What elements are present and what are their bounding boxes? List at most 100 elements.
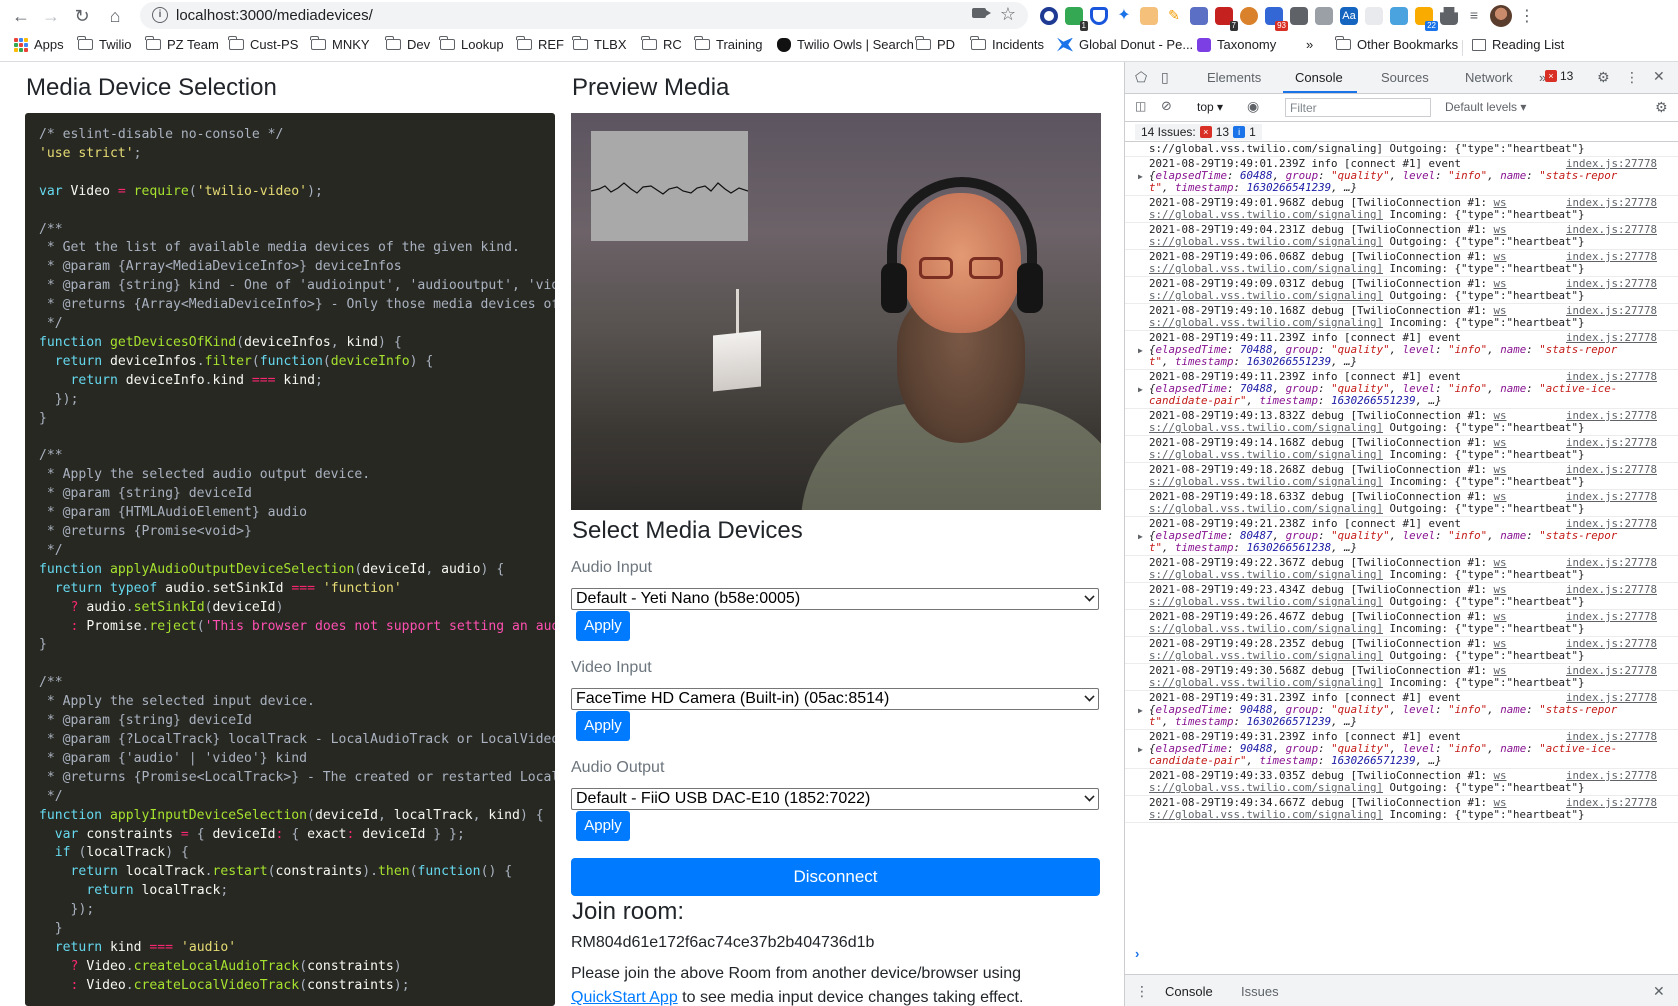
camera-in-use-icon[interactable]: [972, 8, 991, 18]
bookmark-ref[interactable]: REF: [516, 36, 564, 52]
expand-triangle-icon[interactable]: ▶: [1138, 345, 1143, 357]
sidebar-toggle-icon[interactable]: ◫: [1135, 99, 1146, 113]
expand-triangle-icon[interactable]: ▶: [1138, 531, 1143, 543]
reading-mode-icon[interactable]: ≡: [1465, 7, 1483, 25]
tab-elements[interactable]: Elements: [1207, 70, 1261, 85]
log-source-link[interactable]: index.js:27778: [1561, 410, 1657, 422]
log-source-link[interactable]: index.js:27778: [1561, 305, 1657, 317]
address-bar[interactable]: i localhost:3000/mediadevices/ ☆: [140, 2, 1028, 29]
bookmarks-overflow-icon[interactable]: »: [1306, 37, 1313, 52]
tab-sources[interactable]: Sources: [1381, 70, 1429, 85]
extension-cookie-icon[interactable]: [1240, 7, 1258, 25]
log-source-link[interactable]: index.js:27778: [1561, 770, 1657, 782]
clear-console-icon[interactable]: ⊘: [1161, 98, 1172, 114]
log-source-link[interactable]: index.js:27778: [1561, 437, 1657, 449]
context-selector[interactable]: top ▾: [1197, 100, 1223, 114]
video-input-select[interactable]: FaceTime HD Camera (Built-in) (05ac:8514…: [571, 688, 1099, 710]
extension-circle-icon[interactable]: [1040, 7, 1058, 25]
log-source-link[interactable]: index.js:27778: [1561, 491, 1657, 503]
bookmark-lookup[interactable]: Lookup: [439, 36, 504, 52]
tab-network[interactable]: Network: [1465, 70, 1513, 85]
bookmark-cust-ps[interactable]: Cust-PS: [228, 36, 298, 52]
extension-calendar-icon[interactable]: [1190, 7, 1208, 25]
log-source-link[interactable]: index.js:27778: [1561, 278, 1657, 290]
expand-triangle-icon[interactable]: ▶: [1138, 744, 1143, 756]
extension-mail-icon[interactable]: 93: [1265, 7, 1288, 31]
log-source-link[interactable]: index.js:27778: [1561, 557, 1657, 569]
bookmark-mnky[interactable]: MNKY: [310, 36, 370, 52]
apply-audio-output-button[interactable]: Apply: [576, 811, 630, 841]
log-source-link[interactable]: index.js:27778: [1561, 665, 1657, 677]
settings-gear-icon[interactable]: ⚙: [1597, 69, 1610, 86]
log-source-link[interactable]: index.js:27778: [1561, 464, 1657, 476]
inspect-element-icon[interactable]: ⬠: [1135, 69, 1147, 86]
extension-pen-icon[interactable]: ✎: [1165, 7, 1183, 25]
apply-video-input-button[interactable]: Apply: [576, 711, 630, 741]
extensions-puzzle-icon[interactable]: [1440, 7, 1458, 25]
log-source-link[interactable]: index.js:27778: [1561, 584, 1657, 596]
extension-clip-icon[interactable]: [1365, 7, 1383, 25]
back-arrow-icon[interactable]: ←: [9, 4, 33, 28]
bookmark-star-icon[interactable]: ☆: [1000, 4, 1016, 25]
expand-triangle-icon[interactable]: ▶: [1138, 384, 1143, 396]
other-bookmarks[interactable]: Other Bookmarks: [1335, 36, 1458, 52]
extension-shield-icon[interactable]: [1090, 7, 1108, 25]
bookmark-pd[interactable]: PD: [915, 36, 955, 52]
audio-output-select[interactable]: Default - FiiO USB DAC-E10 (1852:7022): [571, 788, 1099, 810]
devtools-menu-icon[interactable]: ⋮: [1625, 69, 1639, 86]
close-devtools-icon[interactable]: ✕: [1653, 68, 1665, 85]
log-source-link[interactable]: index.js:27778: [1561, 797, 1657, 809]
forward-arrow-icon[interactable]: →: [39, 4, 63, 28]
console-filter-input[interactable]: Filter: [1285, 98, 1431, 117]
extension-rss-icon[interactable]: 22: [1415, 7, 1438, 31]
browser-menu-icon[interactable]: ⋮: [1519, 6, 1535, 26]
log-source-link[interactable]: index.js:27778: [1561, 224, 1657, 236]
expand-triangle-icon[interactable]: ▶: [1138, 705, 1143, 717]
expand-triangle-icon[interactable]: ▶: [1138, 171, 1143, 183]
log-levels-dropdown[interactable]: Default levels ▾: [1445, 100, 1526, 114]
extension-folder-icon[interactable]: [1140, 7, 1158, 25]
console-prompt-icon[interactable]: ›: [1135, 946, 1139, 961]
log-source-link[interactable]: index.js:27778: [1561, 731, 1657, 743]
drawer-menu-icon[interactable]: ⋮: [1135, 983, 1149, 1000]
close-drawer-icon[interactable]: ✕: [1653, 983, 1665, 1000]
bookmark-apps[interactable]: Apps: [14, 37, 64, 52]
log-source-link[interactable]: index.js:27778: [1561, 332, 1657, 344]
drawer-tab-console[interactable]: Console: [1165, 984, 1213, 999]
profile-avatar[interactable]: [1490, 5, 1512, 27]
bookmark-global-donut-pe[interactable]: Global Donut - Pe...: [1057, 37, 1193, 52]
disconnect-button[interactable]: Disconnect: [571, 858, 1100, 896]
quickstart-link[interactable]: QuickStart App: [571, 989, 678, 1006]
extension-green-icon[interactable]: 1: [1065, 7, 1088, 31]
issues-summary[interactable]: 14 Issues: × 13 i 1: [1135, 124, 1262, 140]
log-source-link[interactable]: index.js:27778: [1561, 692, 1657, 704]
bookmark-tlbx[interactable]: TLBX: [572, 36, 627, 52]
console-settings-icon[interactable]: ⚙: [1655, 99, 1668, 116]
apply-audio-input-button[interactable]: Apply: [576, 611, 630, 641]
bookmark-dev[interactable]: Dev: [385, 36, 430, 52]
extension-gray-icon[interactable]: [1290, 7, 1308, 25]
extension-aa-icon[interactable]: Aa: [1340, 7, 1358, 25]
log-source-link[interactable]: index.js:27778: [1561, 197, 1657, 209]
bookmark-training[interactable]: Training: [694, 36, 762, 52]
reading-list[interactable]: Reading List: [1472, 37, 1564, 52]
audio-input-select[interactable]: Default - Yeti Nano (b58e:0005): [571, 588, 1099, 610]
reload-icon[interactable]: ↻: [70, 4, 94, 28]
bookmark-twilio[interactable]: Twilio: [77, 36, 132, 52]
bookmark-incidents[interactable]: Incidents: [970, 36, 1044, 52]
live-expression-eye-icon[interactable]: ◉: [1247, 98, 1259, 115]
log-source-link[interactable]: index.js:27778: [1561, 371, 1657, 383]
extension-search-icon[interactable]: [1315, 7, 1333, 25]
bookmark-pz-team[interactable]: PZ Team: [145, 36, 219, 52]
log-source-link[interactable]: index.js:27778: [1561, 158, 1657, 170]
extension-red-icon[interactable]: 7: [1215, 7, 1238, 31]
bookmark-taxonomy[interactable]: Taxonomy: [1197, 37, 1276, 52]
log-source-link[interactable]: index.js:27778: [1561, 611, 1657, 623]
extension-bird-icon[interactable]: ✦: [1115, 7, 1133, 25]
error-count-badge[interactable]: × 13: [1545, 69, 1573, 83]
home-icon[interactable]: ⌂: [103, 4, 127, 28]
drawer-tab-issues[interactable]: Issues: [1241, 984, 1279, 999]
tab-console[interactable]: Console: [1295, 70, 1343, 85]
address-url[interactable]: localhost:3000/mediadevices/: [176, 7, 373, 24]
site-info-icon[interactable]: i: [152, 7, 168, 23]
